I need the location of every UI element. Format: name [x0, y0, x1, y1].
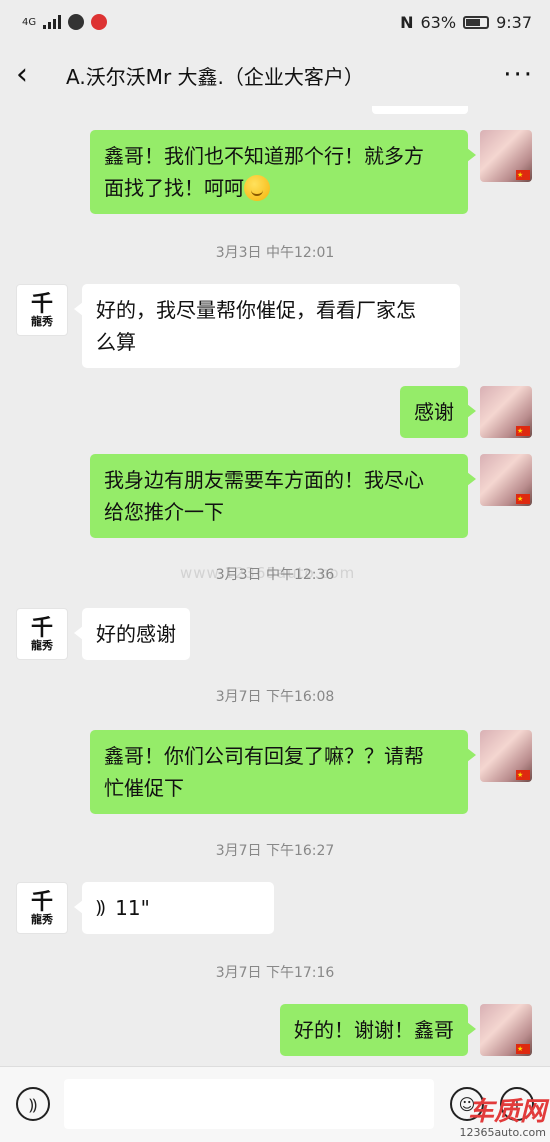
flag-icon: ★: [516, 494, 530, 504]
clock: 9:37: [496, 12, 532, 32]
message-text: 感谢: [414, 400, 454, 424]
battery-percent: 63%: [420, 12, 457, 32]
chat-title: A.沃尔沃Mr 大鑫.（企业大客户）: [66, 64, 364, 89]
message-text: 鑫哥！我们也不知道那个行！就多方: [104, 144, 424, 168]
flag-icon: ★: [516, 770, 530, 780]
network-label: 4G: [22, 16, 37, 28]
avatar-glyph: 龍秀: [31, 315, 53, 328]
message-bubble-sent[interactable]: 感谢: [400, 386, 476, 438]
message-text: 给您推介一下: [104, 500, 224, 524]
voice-input-icon[interactable]: ⸩: [16, 1087, 50, 1121]
flag-icon: ★: [516, 170, 530, 180]
more-dots-icon[interactable]: ···: [503, 62, 534, 88]
message-text: 好的感谢: [96, 622, 176, 646]
watermark: 车质网 12365auto.com: [459, 1099, 546, 1138]
signal-icon: [43, 15, 62, 29]
message-bubble-sent[interactable]: 我身边有朋友需要车方面的！我尽心 给您推介一下: [90, 454, 476, 538]
status-left: 4G: [22, 14, 108, 30]
message-text: 好的，我尽量帮你催促，看看厂家怎: [96, 298, 416, 322]
my-avatar[interactable]: ★: [480, 386, 532, 438]
flag-icon: ★: [516, 426, 530, 436]
message-list[interactable]: ★ 鑫哥！我们也不知道那个行！就多方 面找了找！呵呵 3月3日 中午12:01 …: [0, 106, 550, 1066]
message-bubble-received[interactable]: 好的感谢: [74, 608, 190, 660]
voice-message-bubble[interactable]: ⸩ 11": [74, 882, 274, 934]
message-text: 鑫哥！你们公司有回复了嘛？？请帮: [104, 744, 424, 768]
chat-header: ‹ A.沃尔沃Mr 大鑫.（企业大客户） ···: [0, 44, 550, 106]
message-text: 忙催促下: [104, 776, 184, 800]
nfc-icon: N: [400, 12, 414, 32]
my-avatar[interactable]: ★: [480, 730, 532, 782]
contact-avatar[interactable]: 千 龍秀: [16, 882, 68, 934]
contact-avatar[interactable]: 千 龍秀: [16, 608, 68, 660]
voice-duration: 11": [115, 896, 150, 920]
message-text: 我身边有朋友需要车方面的！我尽心: [104, 468, 424, 492]
voice-wave-icon: ⸩: [96, 897, 106, 918]
voice-message: ⸩ 11": [96, 892, 260, 924]
timestamp: 3月7日 下午16:08: [215, 689, 335, 705]
avatar-glyph: 千: [30, 889, 53, 915]
message-bubble-sent[interactable]: 鑫哥！我们也不知道那个行！就多方 面找了找！呵呵: [90, 130, 476, 214]
avatar-glyph: 千: [30, 615, 53, 641]
avatar-glyph: 龍秀: [31, 913, 53, 926]
timestamp: 3月3日 中午12:36: [215, 567, 335, 583]
message-bubble-sent[interactable]: 好的！谢谢！鑫哥: [280, 1004, 476, 1056]
avatar-glyph: 千: [30, 291, 53, 317]
message-input[interactable]: [64, 1079, 434, 1129]
message-text: 么算: [96, 330, 136, 354]
message-bubble-sent[interactable]: 鑫哥！你们公司有回复了嘛？？请帮 忙催促下: [90, 730, 476, 814]
timestamp: 3月3日 中午12:01: [215, 245, 335, 261]
location-icon: [91, 14, 108, 30]
watermark-url: 12365auto.com: [459, 1126, 546, 1139]
my-avatar[interactable]: ★: [480, 454, 532, 506]
message-text: 面找了找！呵呵: [104, 176, 244, 200]
message-bubble-received[interactable]: 好的，我尽量帮你催促，看看厂家怎 么算: [74, 284, 460, 368]
previous-message-stub: [372, 106, 468, 114]
timestamp: 3月7日 下午16:27: [215, 843, 335, 859]
flag-icon: ★: [516, 1044, 530, 1054]
battery-icon: [463, 15, 490, 29]
status-right: N 63% 9:37: [400, 13, 532, 32]
watermark-logo: 车质网: [467, 1097, 546, 1127]
avatar-glyph: 龍秀: [31, 639, 53, 652]
my-avatar[interactable]: ★: [480, 130, 532, 182]
contact-avatar[interactable]: 千 龍秀: [16, 284, 68, 336]
timestamp: 3月7日 下午17:16: [215, 965, 335, 981]
status-bar: 4G N 63% 9:37: [0, 0, 550, 44]
chevron-left-icon[interactable]: ‹: [16, 60, 46, 90]
audio-icon: [68, 14, 85, 30]
message-text: 好的！谢谢！鑫哥: [294, 1018, 454, 1042]
my-avatar[interactable]: ★: [480, 1004, 532, 1056]
smile-emoji-icon: [244, 175, 270, 201]
